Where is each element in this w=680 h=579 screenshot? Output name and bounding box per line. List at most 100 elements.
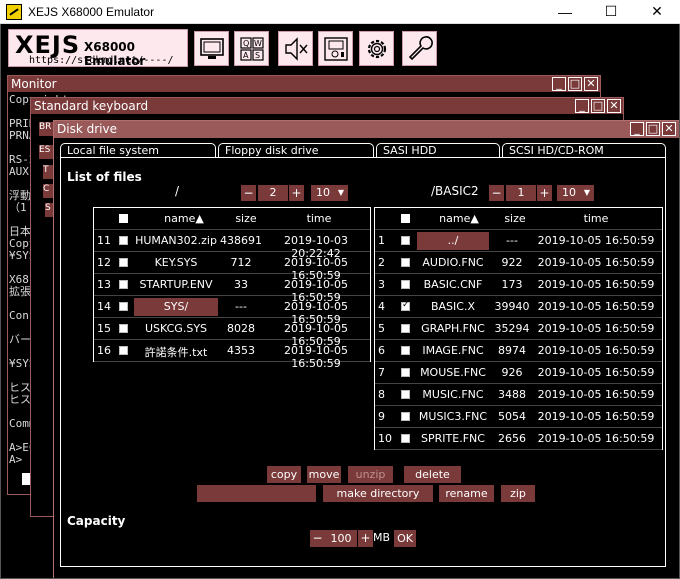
header-time[interactable]: time (266, 212, 372, 225)
keyboard-key-shift[interactable]: S (45, 203, 53, 217)
file-name-link[interactable]: MUSIC.FNC (417, 388, 489, 401)
select-all-checkbox[interactable] (119, 214, 128, 223)
file-name-link[interactable]: SPRITE.FNC (417, 432, 489, 445)
file-row[interactable]: 1 ../ --- 2019-10-05 16:50:59 (375, 230, 662, 252)
row-checkbox[interactable] (401, 346, 410, 355)
row-checkbox[interactable] (119, 302, 128, 311)
left-page-prev-button[interactable]: − (241, 185, 256, 201)
file-row[interactable]: 7 MOUSE.FNC 926 2019-10-05 16:50:59 (375, 362, 662, 384)
mute-button[interactable] (278, 31, 313, 66)
file-name-link[interactable]: BASIC.CNF (417, 278, 489, 291)
header-name[interactable]: name▲ (144, 212, 224, 225)
disk-window-titlebar[interactable]: Disk drive (54, 121, 679, 138)
left-per-page-select[interactable]: 10 ▼ (311, 185, 348, 201)
file-name-link[interactable]: IMAGE.FNC (417, 344, 489, 357)
directory-name-button[interactable]: SYS/ (134, 298, 218, 316)
move-button[interactable]: move (307, 466, 341, 483)
monitor-close-button[interactable]: ✕ (584, 77, 598, 91)
file-row[interactable]: 13 STARTUP.ENV 33 2019-10-05 16:50:59 (94, 274, 370, 304)
file-name-link[interactable]: AUDIO.FNC (417, 256, 489, 269)
logo-url[interactable]: https://stdkmd.net/----/ (29, 55, 174, 66)
monitor-window-titlebar[interactable]: Monitor (8, 76, 600, 92)
row-checkbox[interactable] (401, 258, 410, 267)
disk-close-button[interactable]: ✕ (662, 122, 676, 136)
disk-drive-button[interactable] (318, 31, 353, 66)
keyboard-maximize-button[interactable]: □ (591, 99, 605, 113)
file-row[interactable]: 8 MUSIC.FNC 3488 2019-10-05 16:50:59 (375, 384, 662, 406)
right-page-next-button[interactable]: + (537, 185, 552, 201)
capacity-ok-button[interactable]: OK (394, 530, 416, 547)
new-directory-name-input[interactable] (197, 485, 316, 502)
keyboard-key-br[interactable]: BR (39, 122, 53, 136)
file-row[interactable]: 15 USKCG.SYS 8028 2019-10-05 16:50:59 (94, 318, 370, 348)
minimize-button[interactable]: — (542, 0, 588, 24)
right-per-page-select[interactable]: 10 ▼ (557, 185, 594, 201)
file-row[interactable]: 3 BASIC.CNF 173 2019-10-05 16:50:59 (375, 274, 662, 296)
row-checkbox[interactable] (119, 236, 128, 245)
keyboard-key-ctrl[interactable]: C (43, 184, 53, 198)
close-button[interactable]: ✕ (634, 0, 680, 24)
maximize-button[interactable]: ☐ (588, 0, 634, 24)
delete-button[interactable]: delete (404, 466, 461, 483)
file-name-link[interactable]: 許諾条件.txt (134, 344, 218, 360)
header-size[interactable]: size (226, 212, 266, 225)
row-checkbox[interactable] (401, 300, 410, 311)
file-row[interactable]: 6 IMAGE.FNC 8974 2019-10-05 16:50:59 (375, 340, 662, 362)
tools-button[interactable] (402, 31, 437, 66)
keyboard-key-esc[interactable]: ES (39, 145, 53, 159)
right-page-prev-button[interactable]: − (489, 185, 504, 201)
keyboard-button[interactable]: Q W A S (234, 31, 269, 66)
file-row[interactable]: 5 GRAPH.FNC 35294 2019-10-05 16:50:59 (375, 318, 662, 340)
keyboard-key-tab[interactable]: T (43, 165, 53, 179)
keyboard-minimize-button[interactable]: _ (575, 99, 589, 113)
file-row[interactable]: 10 SPRITE.FNC 2656 2019-10-05 16:50:59 (375, 428, 662, 450)
capacity-increase-button[interactable]: + (358, 530, 373, 547)
row-checkbox[interactable] (401, 236, 410, 245)
row-checkbox[interactable] (119, 324, 128, 333)
file-row[interactable]: 11 HUMAN302.zip 438691 2019-10-03 20:22:42 (94, 230, 370, 260)
file-row[interactable]: 14 SYS/--- 2019-10-05 16:50:59 (94, 296, 370, 326)
file-name-link[interactable]: MOUSE.FNC (417, 366, 489, 379)
keyboard-close-button[interactable]: ✕ (607, 99, 621, 113)
rename-button[interactable]: rename (439, 485, 494, 502)
tab-local-file-system[interactable]: Local file system (60, 143, 216, 158)
zip-button[interactable]: zip (501, 485, 535, 502)
tab-sasi-hdd[interactable]: SASI HDD (376, 143, 500, 158)
file-row[interactable]: 9 MUSIC3.FNC 5054 2019-10-05 16:50:59 (375, 406, 662, 428)
file-row[interactable]: 12 KEY.SYS 712 2019-10-05 16:50:59 (94, 252, 370, 282)
row-checkbox[interactable] (119, 346, 128, 355)
settings-button[interactable] (359, 31, 394, 66)
file-name-link[interactable]: BASIC.X (417, 300, 489, 313)
monitor-minimize-button[interactable]: _ (552, 77, 566, 91)
monitor-maximize-button[interactable]: □ (568, 77, 582, 91)
select-all-checkbox[interactable] (401, 214, 410, 223)
row-checkbox[interactable] (119, 280, 128, 289)
left-page-next-button[interactable]: + (289, 185, 304, 201)
row-checkbox[interactable] (401, 390, 410, 399)
capacity-decrease-button[interactable]: − (310, 530, 325, 547)
disk-drive-window[interactable]: Disk drive _ □ ✕ Local file system Flopp… (53, 120, 679, 578)
directory-name-button[interactable]: ../ (417, 232, 489, 250)
tab-floppy-disk-drive[interactable]: Floppy disk drive (218, 143, 374, 158)
row-checkbox[interactable] (401, 280, 410, 289)
row-checkbox[interactable] (401, 412, 410, 421)
make-directory-button[interactable]: make directory (323, 485, 433, 502)
file-name-link[interactable]: STARTUP.ENV (134, 278, 218, 291)
capacity-input[interactable]: 100 (325, 530, 357, 547)
disk-minimize-button[interactable]: _ (630, 122, 644, 136)
row-checkbox[interactable] (401, 434, 410, 443)
file-row[interactable]: 2 AUDIO.FNC 922 2019-10-05 16:50:59 (375, 252, 662, 274)
copy-button[interactable]: copy (267, 466, 301, 483)
row-checkbox[interactable] (401, 368, 410, 377)
left-page-number[interactable]: 2 (258, 185, 288, 201)
row-checkbox[interactable] (119, 258, 128, 267)
file-name-link[interactable]: HUMAN302.zip (134, 234, 218, 247)
file-name-link[interactable]: GRAPH.FNC (417, 322, 489, 335)
file-row[interactable]: 16 許諾条件.txt 4353 2019-10-05 16:50:59 (94, 340, 370, 370)
keyboard-window-titlebar[interactable]: Standard keyboard (31, 98, 623, 114)
unzip-button[interactable]: unzip (348, 466, 393, 483)
file-name-link[interactable]: USKCG.SYS (134, 322, 218, 335)
file-row[interactable]: 4 BASIC.X 39940 2019-10-05 16:50:59 (375, 296, 662, 318)
right-page-number[interactable]: 1 (506, 185, 536, 201)
file-name-link[interactable]: MUSIC3.FNC (417, 410, 489, 423)
